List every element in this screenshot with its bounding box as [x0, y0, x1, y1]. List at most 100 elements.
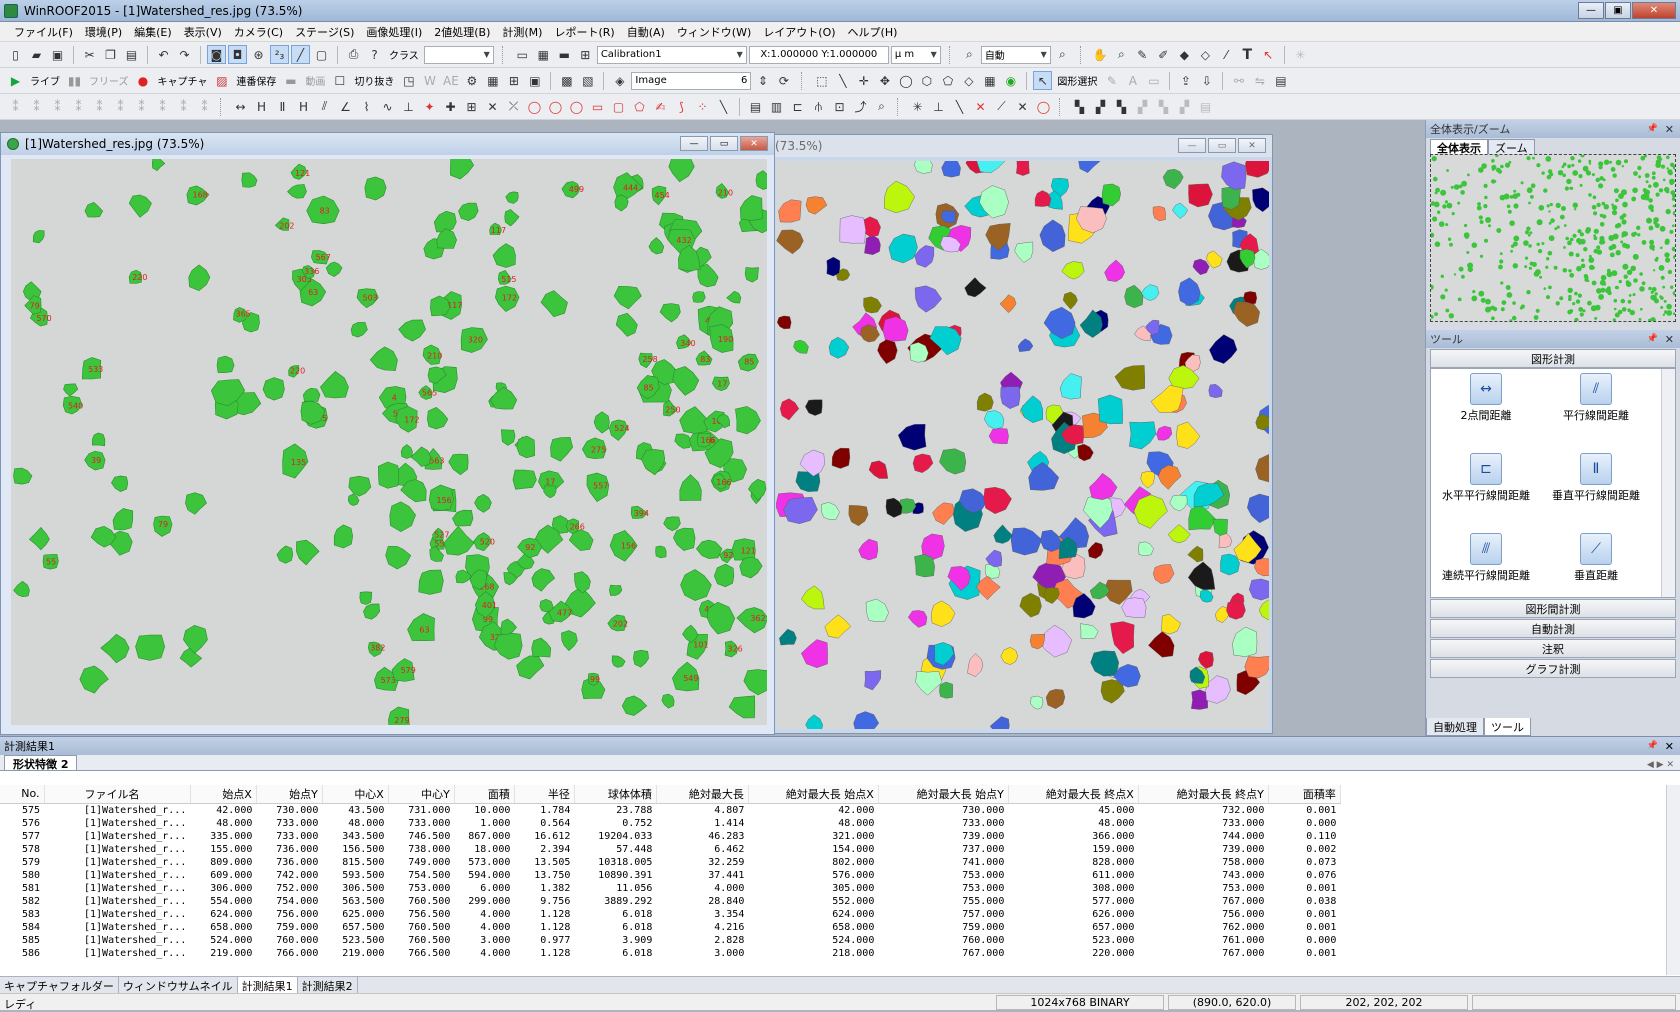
measure-tool-3-icon[interactable]: ⁑ — [48, 97, 67, 116]
star-mark-icon[interactable]: ✳ — [908, 97, 927, 116]
particle-4-icon[interactable]: ▞ — [1133, 97, 1152, 116]
rect-select-icon[interactable]: ⬚ — [812, 71, 831, 90]
magnifier-icon[interactable]: ⌕ — [1112, 45, 1131, 64]
col-center-y[interactable]: 中心Y — [388, 785, 455, 804]
spin-icon[interactable]: ⇕ — [753, 71, 772, 90]
minimize-button[interactable]: — — [1578, 2, 1604, 19]
scale-bar-icon[interactable]: ▬ — [555, 45, 574, 64]
measure-tool-8-icon[interactable]: ⁑ — [153, 97, 172, 116]
new-file-icon[interactable]: ▯ — [6, 45, 25, 64]
menu-camera[interactable]: カメラ(C) — [228, 24, 289, 40]
capture-button[interactable]: キャプチャ — [155, 73, 211, 88]
export-icon[interactable]: ⇪ — [1176, 71, 1195, 90]
menu-file[interactable]: ファイル(F) — [8, 24, 79, 40]
table-row[interactable]: 576 [1]Watershed_r... 48.000 733.000 48.000 7… — [0, 817, 1340, 830]
tab-window-thumbnail[interactable]: ウィンドウサムネイル — [119, 977, 238, 993]
color-label-window[interactable]: (73.5%) — ▭ ✕ — [768, 134, 1273, 734]
close-button[interactable]: ✕ — [1632, 2, 1676, 19]
menu-stage[interactable]: ステージ(S) — [289, 24, 360, 40]
minimize-icon[interactable]: — — [1178, 138, 1206, 153]
color-label-image[interactable] — [776, 161, 1269, 729]
tab-tools[interactable]: ツール — [1484, 718, 1531, 736]
cross-mark-icon[interactable]: ✚ — [441, 97, 460, 116]
x-mark-icon[interactable]: ✕ — [483, 97, 502, 116]
table-row[interactable]: 579 [1]Watershed_r... 809.000 736.000 815.50… — [0, 856, 1340, 869]
watershed-image[interactable]: 4 17 39 55 63 79 83 85 92 99 101 117 121 135 156 166 168… — [11, 159, 767, 725]
stamp-icon[interactable]: ▥ — [767, 97, 786, 116]
grid-icon[interactable]: ▦ — [534, 45, 553, 64]
angle-icon[interactable]: ∠ — [336, 97, 355, 116]
grid-mark-icon[interactable]: ⊞ — [462, 97, 481, 116]
measure-tool-5-icon[interactable]: ⁑ — [90, 97, 109, 116]
measure-tool-10-icon[interactable]: ⁑ — [195, 97, 214, 116]
grid-select-icon[interactable]: ▦ — [980, 71, 999, 90]
particle-5-icon[interactable]: ▚ — [1154, 97, 1173, 116]
perp-line-icon[interactable]: ⊥ — [399, 97, 418, 116]
table-icon[interactable]: ▤ — [746, 97, 765, 116]
particle-7-icon[interactable]: ▤ — [1196, 97, 1215, 116]
section-shape-measure[interactable]: 図形計測 — [1430, 349, 1676, 368]
graph-icon[interactable]: ⤴ — [851, 97, 870, 116]
tab-results-1[interactable]: 計測結果1 — [237, 977, 298, 993]
two-point-line-icon[interactable]: ↔ — [231, 97, 250, 116]
help-icon[interactable]: ? — [365, 45, 384, 64]
measure-tool-4-icon[interactable]: ⁑ — [69, 97, 88, 116]
table-row[interactable]: 581 [1]Watershed_r... 306.000 752.000 306.50… — [0, 882, 1340, 895]
menu-help[interactable]: ヘルプ(H) — [842, 24, 904, 40]
multi-view-icon[interactable]: ▦ — [483, 71, 502, 90]
col-max-length-start-x[interactable]: 絶対最大長 始点X — [748, 785, 879, 804]
col-max-length-end-y[interactable]: 絶対最大長 終点Y — [1138, 785, 1269, 804]
particle-1-icon[interactable]: ▚ — [1070, 97, 1089, 116]
hand-pan-icon[interactable]: ✋ — [1091, 45, 1110, 64]
arrow-tool-icon[interactable]: ↖ — [1259, 45, 1278, 64]
zoom-select[interactable]: 自動 ▼ — [980, 45, 1051, 64]
minimize-icon[interactable]: — — [680, 136, 708, 151]
parallel-v-icon[interactable]: Ⅱ — [273, 97, 292, 116]
section-inter-shape-measure[interactable]: 図形間計測 — [1430, 599, 1676, 618]
ruler-icon[interactable]: ⊞ — [576, 45, 595, 64]
col-sphere-volume[interactable]: 球体体積 — [574, 785, 657, 804]
pin-icon[interactable]: 📌 — [1647, 741, 1658, 751]
freeze-icon[interactable]: ▮▮ — [65, 71, 84, 90]
fill-icon[interactable]: ◆ — [1175, 45, 1194, 64]
menu-binary-processing[interactable]: 2値処理(B) — [428, 24, 496, 40]
x-delete2-icon[interactable]: ✕ — [1013, 97, 1032, 116]
measure-tool-9-icon[interactable]: ⁑ — [174, 97, 193, 116]
section-annotation[interactable]: 注釈 — [1430, 639, 1676, 658]
perp-mark-icon[interactable]: ⊥ — [929, 97, 948, 116]
table-row[interactable]: 585 [1]Watershed_r... 524.000 760.000 523.50… — [0, 934, 1340, 947]
display-settings-icon[interactable]: ▤ — [1271, 71, 1290, 90]
curve-icon[interactable]: ∿ — [378, 97, 397, 116]
tool-continuous-parallel-distance[interactable]: ⫻ 連続平行線間距離 — [1431, 533, 1541, 583]
redo-icon[interactable]: ↷ — [175, 45, 194, 64]
freehand-select-icon[interactable]: ⬠ — [938, 71, 957, 90]
binary-display-icon[interactable]: ◘ — [228, 45, 247, 64]
x-cross-icon[interactable]: ⤫ — [504, 97, 523, 116]
table-row[interactable]: 582 [1]Watershed_r... 554.000 754.000 563.50… — [0, 895, 1340, 908]
cut-icon[interactable]: ✂ — [80, 45, 99, 64]
count-icon[interactable]: ⊡ — [830, 97, 849, 116]
table-row[interactable]: 586 [1]Watershed_r... 219.000 766.000 219.00… — [0, 947, 1340, 960]
zoom-out-icon[interactable]: ⌕ — [1053, 45, 1072, 64]
eyedropper-icon[interactable]: ⁄ — [1217, 45, 1236, 64]
close-icon[interactable]: ✕ — [740, 136, 768, 151]
circle3-icon[interactable]: ◯ — [567, 97, 586, 116]
unit-select[interactable]: μ m ▼ — [890, 45, 941, 64]
lasso-icon[interactable]: ◇ — [959, 71, 978, 90]
pin-icon[interactable]: 📌 — [1647, 124, 1658, 134]
pin-icon[interactable]: 📌 — [1647, 334, 1658, 344]
tab-auto-processing[interactable]: 自動処理 — [1426, 718, 1484, 736]
calibration-select[interactable]: Calibration1 ▼ — [596, 45, 747, 64]
tab-capture-folder[interactable]: キャプチャフォルダー — [0, 977, 119, 993]
slash-mark-icon[interactable]: ╲ — [950, 97, 969, 116]
polygon-icon[interactable]: ⬠ — [630, 97, 649, 116]
wb-icon[interactable]: W — [420, 71, 439, 90]
col-file-name[interactable]: ファイル名 — [44, 785, 191, 804]
x-delete-icon[interactable]: ✕ — [971, 97, 990, 116]
image-stack-icon[interactable]: ▩ — [557, 71, 576, 90]
particle-2-icon[interactable]: ▞ — [1091, 97, 1110, 116]
flip-icon[interactable]: ⇋ — [1250, 71, 1269, 90]
continuous-save-button[interactable]: 連番保存 — [233, 73, 279, 88]
close-icon[interactable]: ✕ — [1238, 138, 1266, 153]
print-icon[interactable]: ⎙ — [344, 45, 363, 64]
